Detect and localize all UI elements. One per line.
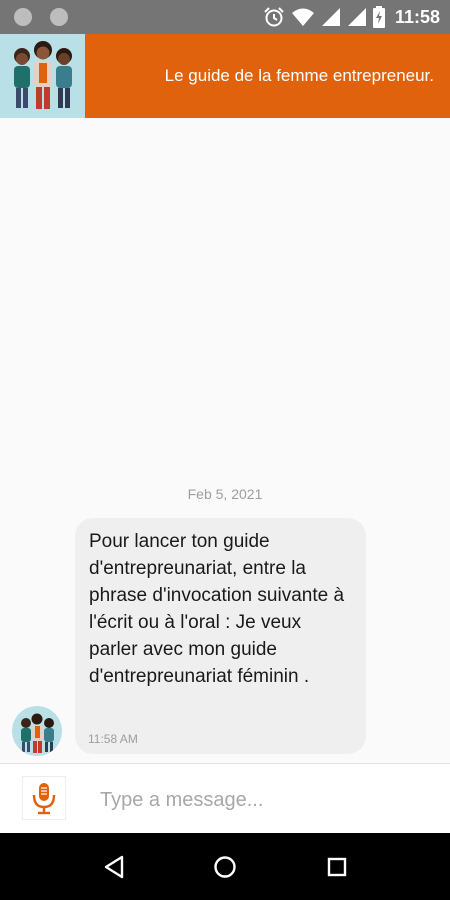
women-group-logo: [0, 34, 85, 118]
navigation-bar: [0, 833, 450, 900]
notification-dot-icon: [14, 8, 32, 26]
wifi-icon: [291, 8, 314, 26]
microphone-icon: [32, 783, 56, 815]
chat-area[interactable]: Feb 5, 2021 Pour lancer ton guide d'entr…: [0, 118, 450, 763]
status-icons: 11:58: [263, 0, 440, 34]
home-button[interactable]: [211, 853, 239, 881]
status-time: 11:58: [394, 6, 440, 27]
microphone-button[interactable]: [22, 776, 66, 820]
date-separator: Feb 5, 2021: [187, 486, 263, 502]
app-title: Le guide de la femme entrepreneur.: [164, 66, 434, 85]
back-triangle-icon: [104, 855, 124, 879]
signal-icon: [321, 8, 340, 26]
recents-button[interactable]: [323, 853, 351, 881]
alarm-icon: [264, 7, 284, 27]
message-composer: [0, 763, 450, 833]
message-text: Pour lancer ton guide d'entrepreunariat,…: [89, 531, 345, 687]
bot-message-bubble[interactable]: Pour lancer ton guide d'entrepreunariat,…: [75, 518, 366, 754]
message-timestamp: 11:58 AM: [88, 732, 138, 746]
battery-charging-icon: [372, 6, 385, 28]
status-bar: 11:58: [0, 0, 450, 34]
bot-avatar: [12, 706, 62, 756]
signal-icon: [347, 8, 366, 26]
back-button[interactable]: [100, 853, 128, 881]
message-input[interactable]: [100, 780, 430, 820]
recents-square-icon: [327, 857, 347, 877]
notification-dot-icon: [50, 8, 68, 26]
home-circle-icon: [214, 856, 236, 878]
app-header: Le guide de la femme entrepreneur.: [0, 34, 450, 118]
